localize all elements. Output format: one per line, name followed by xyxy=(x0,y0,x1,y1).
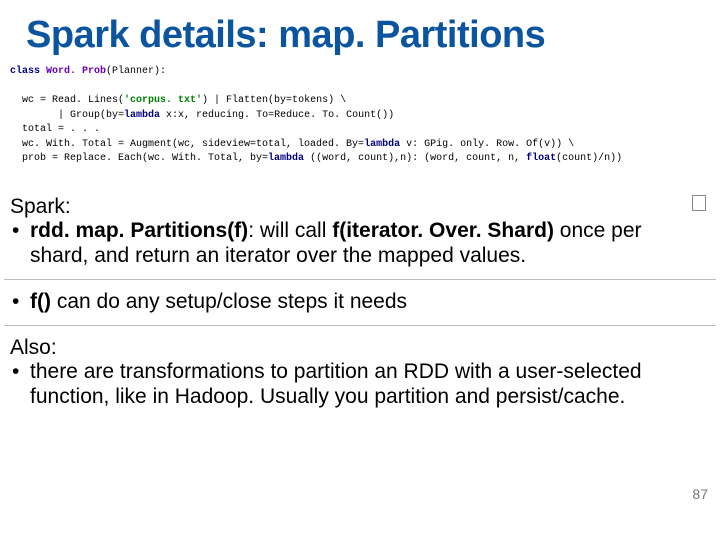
code-text: | Group(by= xyxy=(10,110,124,121)
bullet-3-text: there are transformations to partition a… xyxy=(30,360,704,410)
code-text: x:x, reducing. To=Reduce. To. Count()) xyxy=(160,110,394,121)
bullet-1-text-1: : will call xyxy=(248,219,332,242)
bullet-1-bold-1: rdd. map. Partitions(f) xyxy=(30,219,248,242)
kw-lambda: lambda xyxy=(268,153,304,164)
code-text: v: GPig. only. Row. Of(v)) \ xyxy=(400,139,574,150)
kw-lambda: lambda xyxy=(124,110,160,121)
code-text: (Planner): xyxy=(106,66,166,77)
bullet-dot: • xyxy=(10,219,30,269)
bullet-3: • there are transformations to partition… xyxy=(10,360,704,410)
slide-title: Spark details: map. Partitions xyxy=(0,0,720,63)
code-text: total = . . . xyxy=(10,124,100,135)
kw-class: class xyxy=(10,66,40,77)
code-text: ) | Flatten(by=tokens) \ xyxy=(202,95,346,106)
bullet-1: • rdd. map. Partitions(f): will call f(i… xyxy=(10,219,704,269)
code-text: ((word, count),n): (word, count, n, xyxy=(304,153,526,164)
code-text: wc. With. Total = Augment(wc, sideview=t… xyxy=(10,139,364,150)
bullet-dot: • xyxy=(10,360,30,410)
section-label-also: Also: xyxy=(10,336,704,361)
section-label-spark: Spark: xyxy=(10,195,704,220)
bullet-2-bold: f() xyxy=(30,290,51,313)
page-number: 87 xyxy=(692,486,708,502)
horizontal-rule xyxy=(4,325,716,326)
class-name: Word. Prob xyxy=(46,66,106,77)
bullet-2-text: can do any setup/close steps it needs xyxy=(51,290,407,313)
bullet-1-bold-2: f(iterator. Over. Shard) xyxy=(332,219,554,242)
code-text: wc = Read. Lines( xyxy=(10,95,124,106)
string-literal: 'corpus. txt' xyxy=(124,95,202,106)
code-text: prob = Replace. Each(wc. With. Total, by… xyxy=(10,153,268,164)
bullet-2: • f() can do any setup/close steps it ne… xyxy=(10,290,704,315)
text-cursor-box xyxy=(692,195,706,211)
horizontal-rule xyxy=(4,279,716,280)
bullet-dot: • xyxy=(10,290,30,315)
code-text: (count)/n)) xyxy=(556,153,622,164)
builtin-float: float xyxy=(526,153,556,164)
kw-lambda: lambda xyxy=(364,139,400,150)
code-snippet: class Word. Prob(Planner): wc = Read. Li… xyxy=(10,65,710,167)
